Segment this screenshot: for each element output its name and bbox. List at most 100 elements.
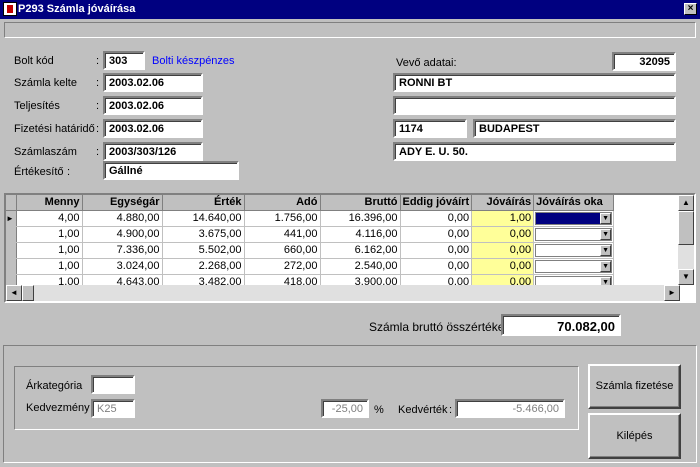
table-cell[interactable]: 5.502,00	[162, 242, 245, 259]
colon: :	[96, 55, 100, 67]
kilepes-button[interactable]: Kilépés	[588, 413, 681, 459]
jovairas-oka-dropdown[interactable]: ▼	[533, 226, 615, 243]
vertical-scrollbar[interactable]: ▲ ▼	[678, 195, 694, 285]
kedvezmeny-label: Kedvezmény	[26, 402, 90, 414]
vevo-name-field[interactable]: RONNI BT	[393, 73, 676, 92]
scroll-up-icon[interactable]: ▲	[678, 195, 694, 211]
column-header[interactable]: Jóváírás oka	[533, 195, 615, 211]
table-cell[interactable]: 3.675,00	[162, 226, 245, 243]
vevo-city-field[interactable]: BUDAPEST	[473, 119, 676, 138]
table-cell[interactable]: 0,00	[400, 226, 473, 243]
arkategoria-field[interactable]	[91, 375, 135, 394]
table-cell[interactable]: 0,00	[471, 258, 535, 275]
table-cell[interactable]: 0,00	[400, 258, 473, 275]
column-header[interactable]: Egységár	[82, 195, 163, 211]
table-header-row: Menny Egységár Érték Adó Bruttó Eddig jó…	[6, 195, 615, 211]
bolt-kod-field[interactable]: 303	[103, 51, 145, 70]
percent-sign: %	[374, 404, 384, 416]
colon: :	[67, 166, 71, 178]
window-title: P293 Számla jóváírása	[18, 3, 136, 15]
column-header[interactable]: Adó	[244, 195, 321, 211]
table-cell[interactable]: 1.756,00	[244, 210, 321, 227]
table-cell[interactable]: 1,00	[471, 210, 535, 227]
app-icon	[3, 2, 17, 16]
vevo-zip-field[interactable]: 1174	[393, 119, 467, 138]
vevo-line2-field[interactable]	[393, 96, 676, 115]
teljesites-label: Teljesítés	[14, 100, 60, 112]
table-cell[interactable]: 0,00	[471, 242, 535, 259]
scroll-left-icon[interactable]: ◄	[6, 285, 22, 301]
szamlaszam-field[interactable]: 2003/303/126	[103, 142, 203, 161]
szamla-fizetese-button[interactable]: Számla fizetése	[588, 364, 681, 409]
horizontal-scroll-thumb[interactable]	[22, 285, 34, 301]
ertekesito-label: Értékesítő	[14, 166, 64, 178]
fizetesi-hatarido-field[interactable]: 2003.02.06	[103, 119, 203, 138]
table-cell[interactable]: 4.116,00	[320, 226, 401, 243]
table-cell[interactable]: 660,00	[244, 242, 321, 259]
close-button[interactable]: ×	[684, 3, 697, 15]
fizetesi-hatarido-label: Fizetési határidő	[14, 123, 95, 135]
colon: :	[96, 146, 100, 158]
table-cell[interactable]: 16.396,00	[320, 210, 401, 227]
jovairas-oka-dropdown[interactable]: ▼	[533, 258, 615, 275]
table-cell[interactable]: 4.880,00	[82, 210, 163, 227]
table-cell[interactable]: 272,00	[244, 258, 321, 275]
table-cell[interactable]: 7.336,00	[82, 242, 163, 259]
table-cell[interactable]: 1,00	[16, 242, 83, 259]
reason-combo[interactable]: ▼	[535, 259, 613, 273]
total-field: 70.082,00	[501, 314, 621, 336]
szamla-kelte-field[interactable]: 2003.02.06	[103, 73, 203, 92]
teljesites-field[interactable]: 2003.02.06	[103, 96, 203, 115]
reason-combo[interactable]: ▼	[535, 227, 613, 241]
ertekesito-field[interactable]: Gállné	[103, 161, 239, 180]
colon: :	[96, 77, 100, 89]
invoice-items-grid[interactable]: Menny Egységár Érték Adó Bruttó Eddig jó…	[4, 193, 696, 303]
table-cell[interactable]: 0,00	[400, 242, 473, 259]
jovairas-oka-dropdown[interactable]: ▼	[533, 210, 615, 227]
table-cell[interactable]: 4,00	[16, 210, 83, 227]
reason-combo[interactable]: ▼	[535, 211, 613, 225]
colon: :	[96, 100, 100, 112]
table-cell[interactable]: 2.268,00	[162, 258, 245, 275]
dropdown-arrow-icon[interactable]: ▼	[600, 260, 612, 272]
table-row[interactable]: 1,00 4.900,00 3.675,00 441,00 4.116,00 0,00 0,…	[6, 226, 615, 243]
dropdown-arrow-icon[interactable]: ▼	[600, 212, 612, 224]
column-header[interactable]: Eddig jóváírt	[400, 195, 473, 211]
table-cell[interactable]: 1,00	[16, 226, 83, 243]
arkategoria-label: Árkategória	[26, 380, 83, 392]
reason-combo[interactable]: ▼	[535, 243, 613, 257]
table-cell[interactable]: 6.162,00	[320, 242, 401, 259]
row-indicator	[6, 258, 17, 275]
table-cell[interactable]: 14.640,00	[162, 210, 245, 227]
table-cell[interactable]: 2.540,00	[320, 258, 401, 275]
percent-field[interactable]: -25,00	[321, 399, 369, 418]
dropdown-arrow-icon[interactable]: ▼	[600, 244, 612, 256]
table-cell[interactable]: 1,00	[16, 258, 83, 275]
jovairas-oka-dropdown[interactable]: ▼	[533, 242, 615, 259]
table-cell[interactable]: 0,00	[471, 226, 535, 243]
total-label: Számla bruttó összértéke	[369, 320, 505, 334]
table-cell[interactable]: 0,00	[400, 210, 473, 227]
column-header[interactable]: Bruttó	[320, 195, 401, 211]
scroll-down-icon[interactable]: ▼	[678, 269, 694, 285]
horizontal-scrollbar[interactable]: ◄ ►	[6, 285, 680, 301]
kedvertek-field[interactable]: -5.466,00	[455, 399, 565, 418]
table-cell[interactable]: 3.024,00	[82, 258, 163, 275]
table-row[interactable]: 1,00 3.024,00 2.268,00 272,00 2.540,00 0,00 0,…	[6, 258, 615, 275]
vevo-address-field[interactable]: ADY E. U. 50.	[393, 142, 676, 161]
colon: :	[449, 404, 453, 416]
kedvezmeny-field[interactable]: K25	[91, 399, 135, 418]
table-cell[interactable]: 441,00	[244, 226, 321, 243]
table-row[interactable]: 1,00 7.336,00 5.502,00 660,00 6.162,00 0,00 0,…	[6, 242, 615, 259]
table-row[interactable]: ► 4,00 4.880,00 14.640,00 1.756,00 16.396,00 0…	[6, 210, 615, 227]
vertical-scroll-thumb[interactable]	[678, 211, 694, 245]
bolt-kod-label: Bolt kód	[14, 55, 54, 67]
column-header[interactable]: Jóváírás	[471, 195, 535, 211]
scroll-right-icon[interactable]: ►	[664, 285, 680, 301]
column-header[interactable]: Menny	[16, 195, 83, 211]
column-header[interactable]: Érték	[162, 195, 245, 211]
table-cell[interactable]: 4.900,00	[82, 226, 163, 243]
bolt-name-link[interactable]: Bolti készpénzes é	[152, 55, 238, 67]
vevo-code-field[interactable]: 32095	[612, 52, 676, 71]
dropdown-arrow-icon[interactable]: ▼	[600, 228, 612, 240]
